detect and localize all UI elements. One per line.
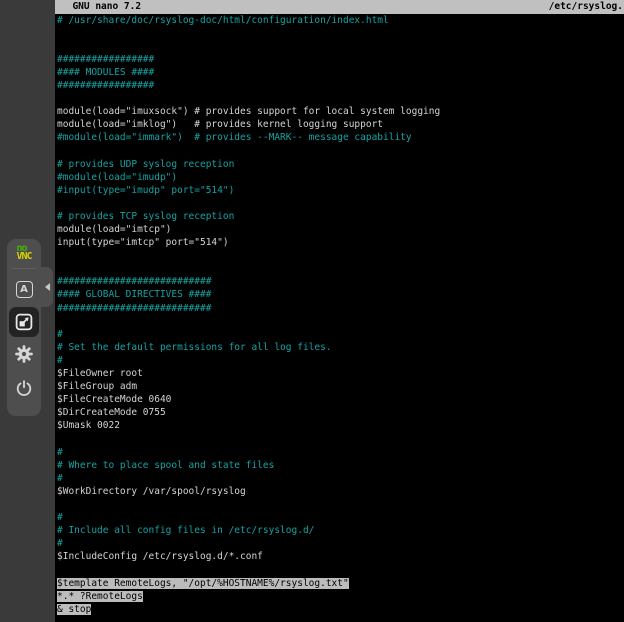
terminal-line xyxy=(57,27,624,40)
terminal-line: *.* ?RemoteLogs xyxy=(57,590,624,603)
terminal-line xyxy=(57,433,624,446)
terminal-line: #module(load="immark") # provides --MARK… xyxy=(57,131,624,144)
novnc-logo: no VNC xyxy=(16,245,31,261)
terminal-line: input(type="imtcp" port="514") xyxy=(57,236,624,249)
terminal-line: $Umask 0022 xyxy=(57,419,624,432)
terminal-line xyxy=(57,563,624,576)
terminal-line: & stop xyxy=(57,603,624,616)
terminal-line: $DirCreateMode 0755 xyxy=(57,406,624,419)
terminal-line: module(load="imklog") # provides kernel … xyxy=(57,118,624,131)
terminal-line: ################# xyxy=(57,53,624,66)
terminal-line: # Set the default permissions for all lo… xyxy=(57,341,624,354)
terminal-line: # xyxy=(57,537,624,550)
terminal-line: #### MODULES #### xyxy=(57,66,624,79)
terminal-line: module(load="imtcp") xyxy=(57,223,624,236)
terminal-line: module(load="imuxsock") # provides suppo… xyxy=(57,105,624,118)
terminal-line xyxy=(57,262,624,275)
terminal-line: # /usr/share/doc/rsyslog-doc/html/config… xyxy=(57,14,624,27)
terminal-line: # xyxy=(57,472,624,485)
novnc-logo-vnc: VNC xyxy=(16,253,31,261)
keyboard-button[interactable]: A xyxy=(11,276,37,302)
keyboard-icon: A xyxy=(16,281,33,298)
terminal-line xyxy=(57,144,624,157)
terminal-line: # xyxy=(57,446,624,459)
nano-version: GNU nano 7.2 xyxy=(61,0,141,13)
terminal-line: # xyxy=(57,328,624,341)
terminal-line: # Where to place spool and state files xyxy=(57,459,624,472)
terminal-line: $FileGroup adm xyxy=(57,380,624,393)
terminal-line xyxy=(57,249,624,262)
terminal-line: #input(type="imudp" port="514") xyxy=(57,184,624,197)
terminal-line xyxy=(57,315,624,328)
settings-button[interactable] xyxy=(11,341,37,367)
terminal-line: ########################### xyxy=(57,275,624,288)
power-icon xyxy=(14,378,34,398)
terminal-line: $template RemoteLogs, "/opt/%HOSTNAME%/r… xyxy=(57,577,624,590)
vnc-control-bar: no VNC A xyxy=(7,239,41,416)
terminal-content[interactable]: # /usr/share/doc/rsyslog-doc/html/config… xyxy=(55,14,624,616)
power-button[interactable] xyxy=(11,375,37,401)
terminal-line: $FileOwner root xyxy=(57,367,624,380)
terminal-line xyxy=(57,498,624,511)
gear-icon xyxy=(14,344,34,364)
nano-titlebar: GNU nano 7.2 /etc/rsyslog. xyxy=(55,0,624,14)
nano-filename: /etc/rsyslog. xyxy=(549,0,624,13)
terminal-line xyxy=(57,197,624,210)
terminal-line: # xyxy=(57,354,624,367)
terminal-line: $FileCreateMode 0640 xyxy=(57,393,624,406)
terminal-line: # Include all config files in /etc/rsysl… xyxy=(57,524,624,537)
control-bar-divider xyxy=(12,268,36,269)
terminal-line: # provides UDP syslog reception xyxy=(57,158,624,171)
collapse-arrow-icon xyxy=(45,283,50,291)
terminal-line: #module(load="imudp") xyxy=(57,171,624,184)
terminal-line: # provides TCP syslog reception xyxy=(57,210,624,223)
terminal-line: # xyxy=(57,511,624,524)
control-bar-handle[interactable] xyxy=(39,267,53,307)
terminal-line: $IncludeConfig /etc/rsyslog.d/*.conf xyxy=(57,550,624,563)
terminal-line: $WorkDirectory /var/spool/rsyslog xyxy=(57,485,624,498)
terminal-line: ########################### xyxy=(57,302,624,315)
fullscreen-button[interactable] xyxy=(9,307,39,337)
terminal-line xyxy=(57,40,624,53)
fullscreen-icon xyxy=(14,312,34,332)
terminal-line: ################# xyxy=(57,79,624,92)
terminal[interactable]: GNU nano 7.2 /etc/rsyslog. # /usr/share/… xyxy=(55,0,624,622)
terminal-line xyxy=(57,92,624,105)
terminal-line: #### GLOBAL DIRECTIVES #### xyxy=(57,288,624,301)
